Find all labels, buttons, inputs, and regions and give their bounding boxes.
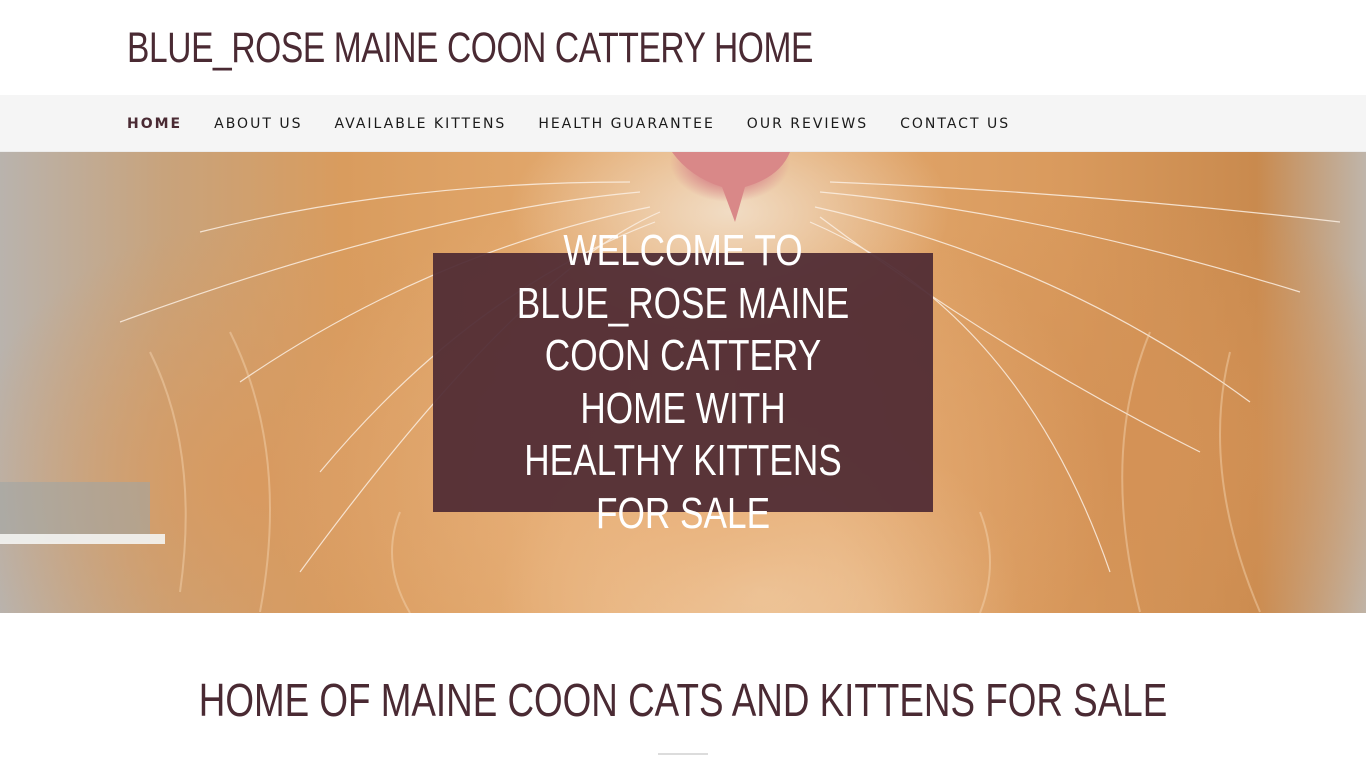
nav-item-health-guarantee[interactable]: HEALTH GUARANTEE bbox=[538, 116, 714, 132]
section-divider bbox=[658, 753, 708, 755]
site-header: BLUE_ROSE MAINE COON CATTERY HOME bbox=[0, 0, 1366, 95]
main-navigation: HOME ABOUT US AVAILABLE KITTENS HEALTH G… bbox=[0, 95, 1366, 152]
nav-item-available-kittens[interactable]: AVAILABLE KITTENS bbox=[334, 116, 506, 132]
section-title: HOME OF MAINE COON CATS AND KITTENS FOR … bbox=[198, 674, 1168, 726]
nav-item-home[interactable]: HOME bbox=[127, 116, 182, 132]
nav-item-our-reviews[interactable]: OUR REVIEWS bbox=[747, 116, 868, 132]
nav-item-contact-us[interactable]: CONTACT US bbox=[900, 116, 1010, 132]
hero-banner: WELCOME TO BLUE_ROSE MAINE COON CATTERY … bbox=[0, 152, 1366, 613]
hero-caption-box: WELCOME TO BLUE_ROSE MAINE COON CATTERY … bbox=[433, 226, 933, 538]
site-title[interactable]: BLUE_ROSE MAINE COON CATTERY HOME bbox=[127, 22, 813, 74]
nav-item-about-us[interactable]: ABOUT US bbox=[214, 116, 302, 132]
hero-title: WELCOME TO BLUE_ROSE MAINE COON CATTERY … bbox=[516, 226, 850, 538]
nav-list: HOME ABOUT US AVAILABLE KITTENS HEALTH G… bbox=[127, 95, 1042, 152]
